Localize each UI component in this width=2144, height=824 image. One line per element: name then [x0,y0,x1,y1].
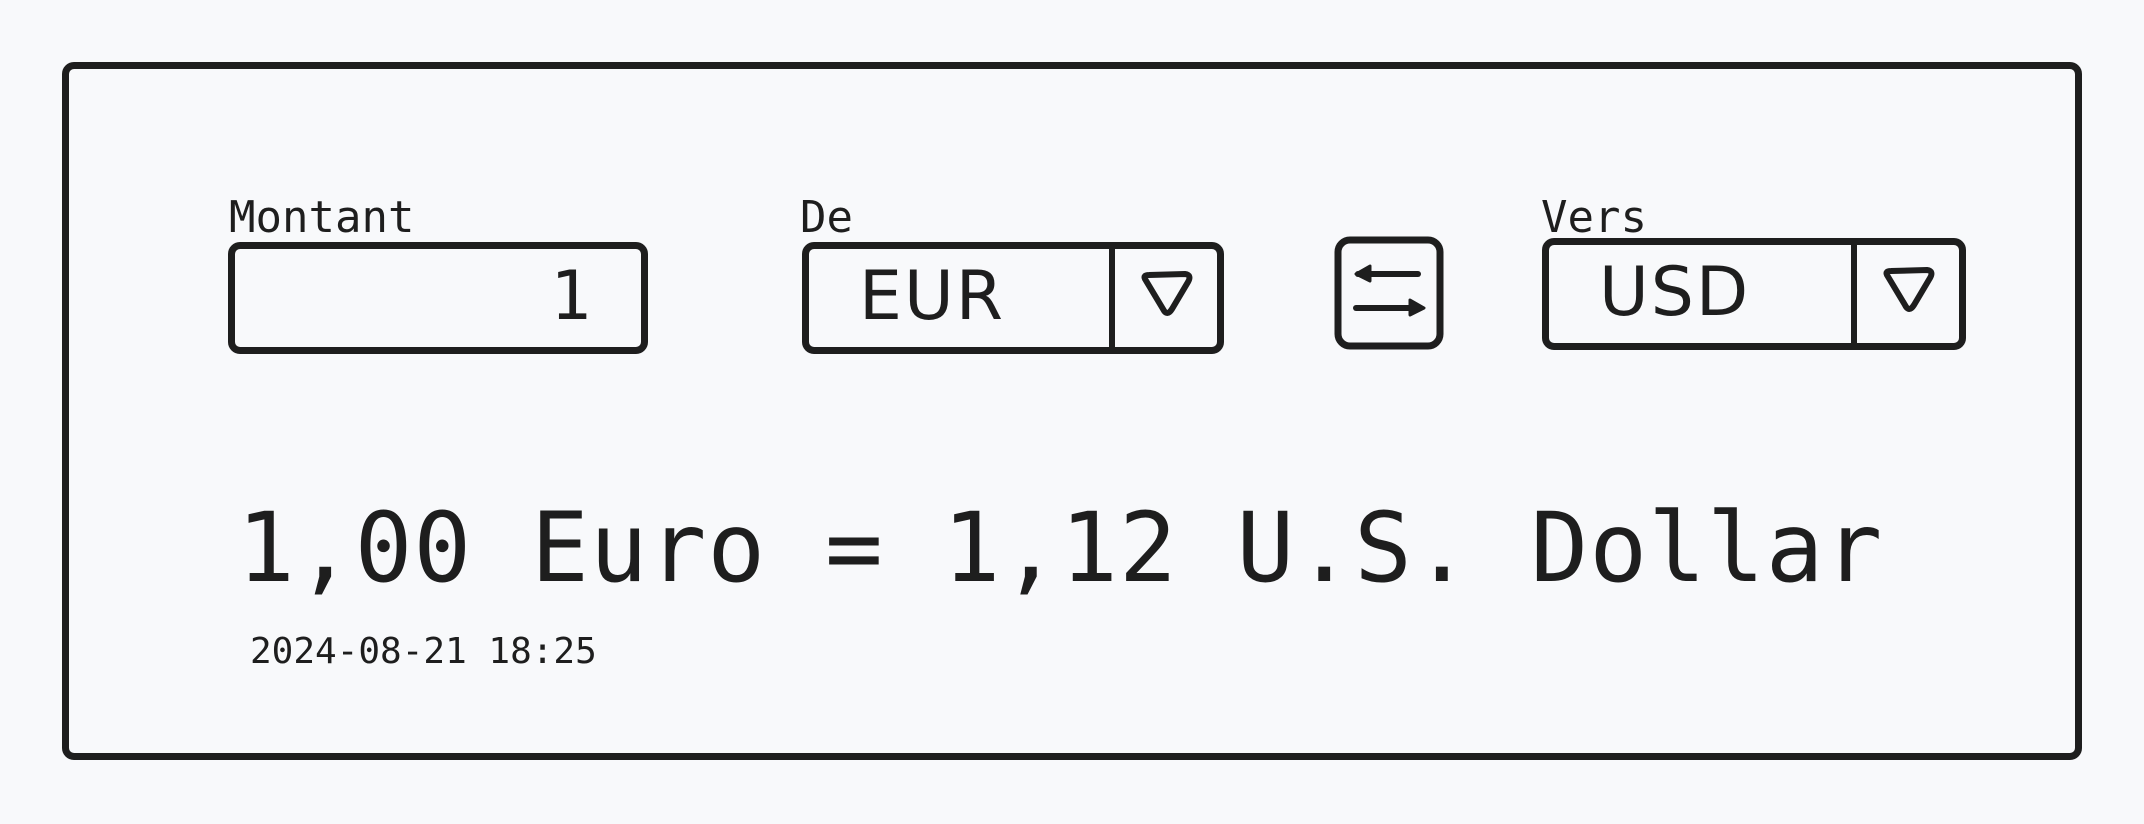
triangle-down-icon[interactable] [1137,269,1197,329]
from-currency-label: De [800,192,853,243]
amount-input[interactable]: 1 [228,242,648,354]
rate-timestamp: 2024-08-21 18:25 [250,631,597,672]
from-currency-select[interactable]: EUR [802,242,1224,354]
to-currency-value: USD [1599,253,1751,332]
select-divider [1851,238,1857,350]
to-currency-label: Vers [1541,192,1647,243]
swap-button[interactable] [1334,236,1446,350]
conversion-result: 1,00 Euro = 1,12 U.S. Dollar [237,492,1884,604]
amount-label: Montant [229,192,415,243]
amount-value: 1 [550,257,591,336]
from-currency-value: EUR [859,257,1005,336]
select-divider [1109,242,1115,354]
to-currency-select[interactable]: USD [1542,238,1966,350]
triangle-down-icon[interactable] [1879,265,1939,325]
